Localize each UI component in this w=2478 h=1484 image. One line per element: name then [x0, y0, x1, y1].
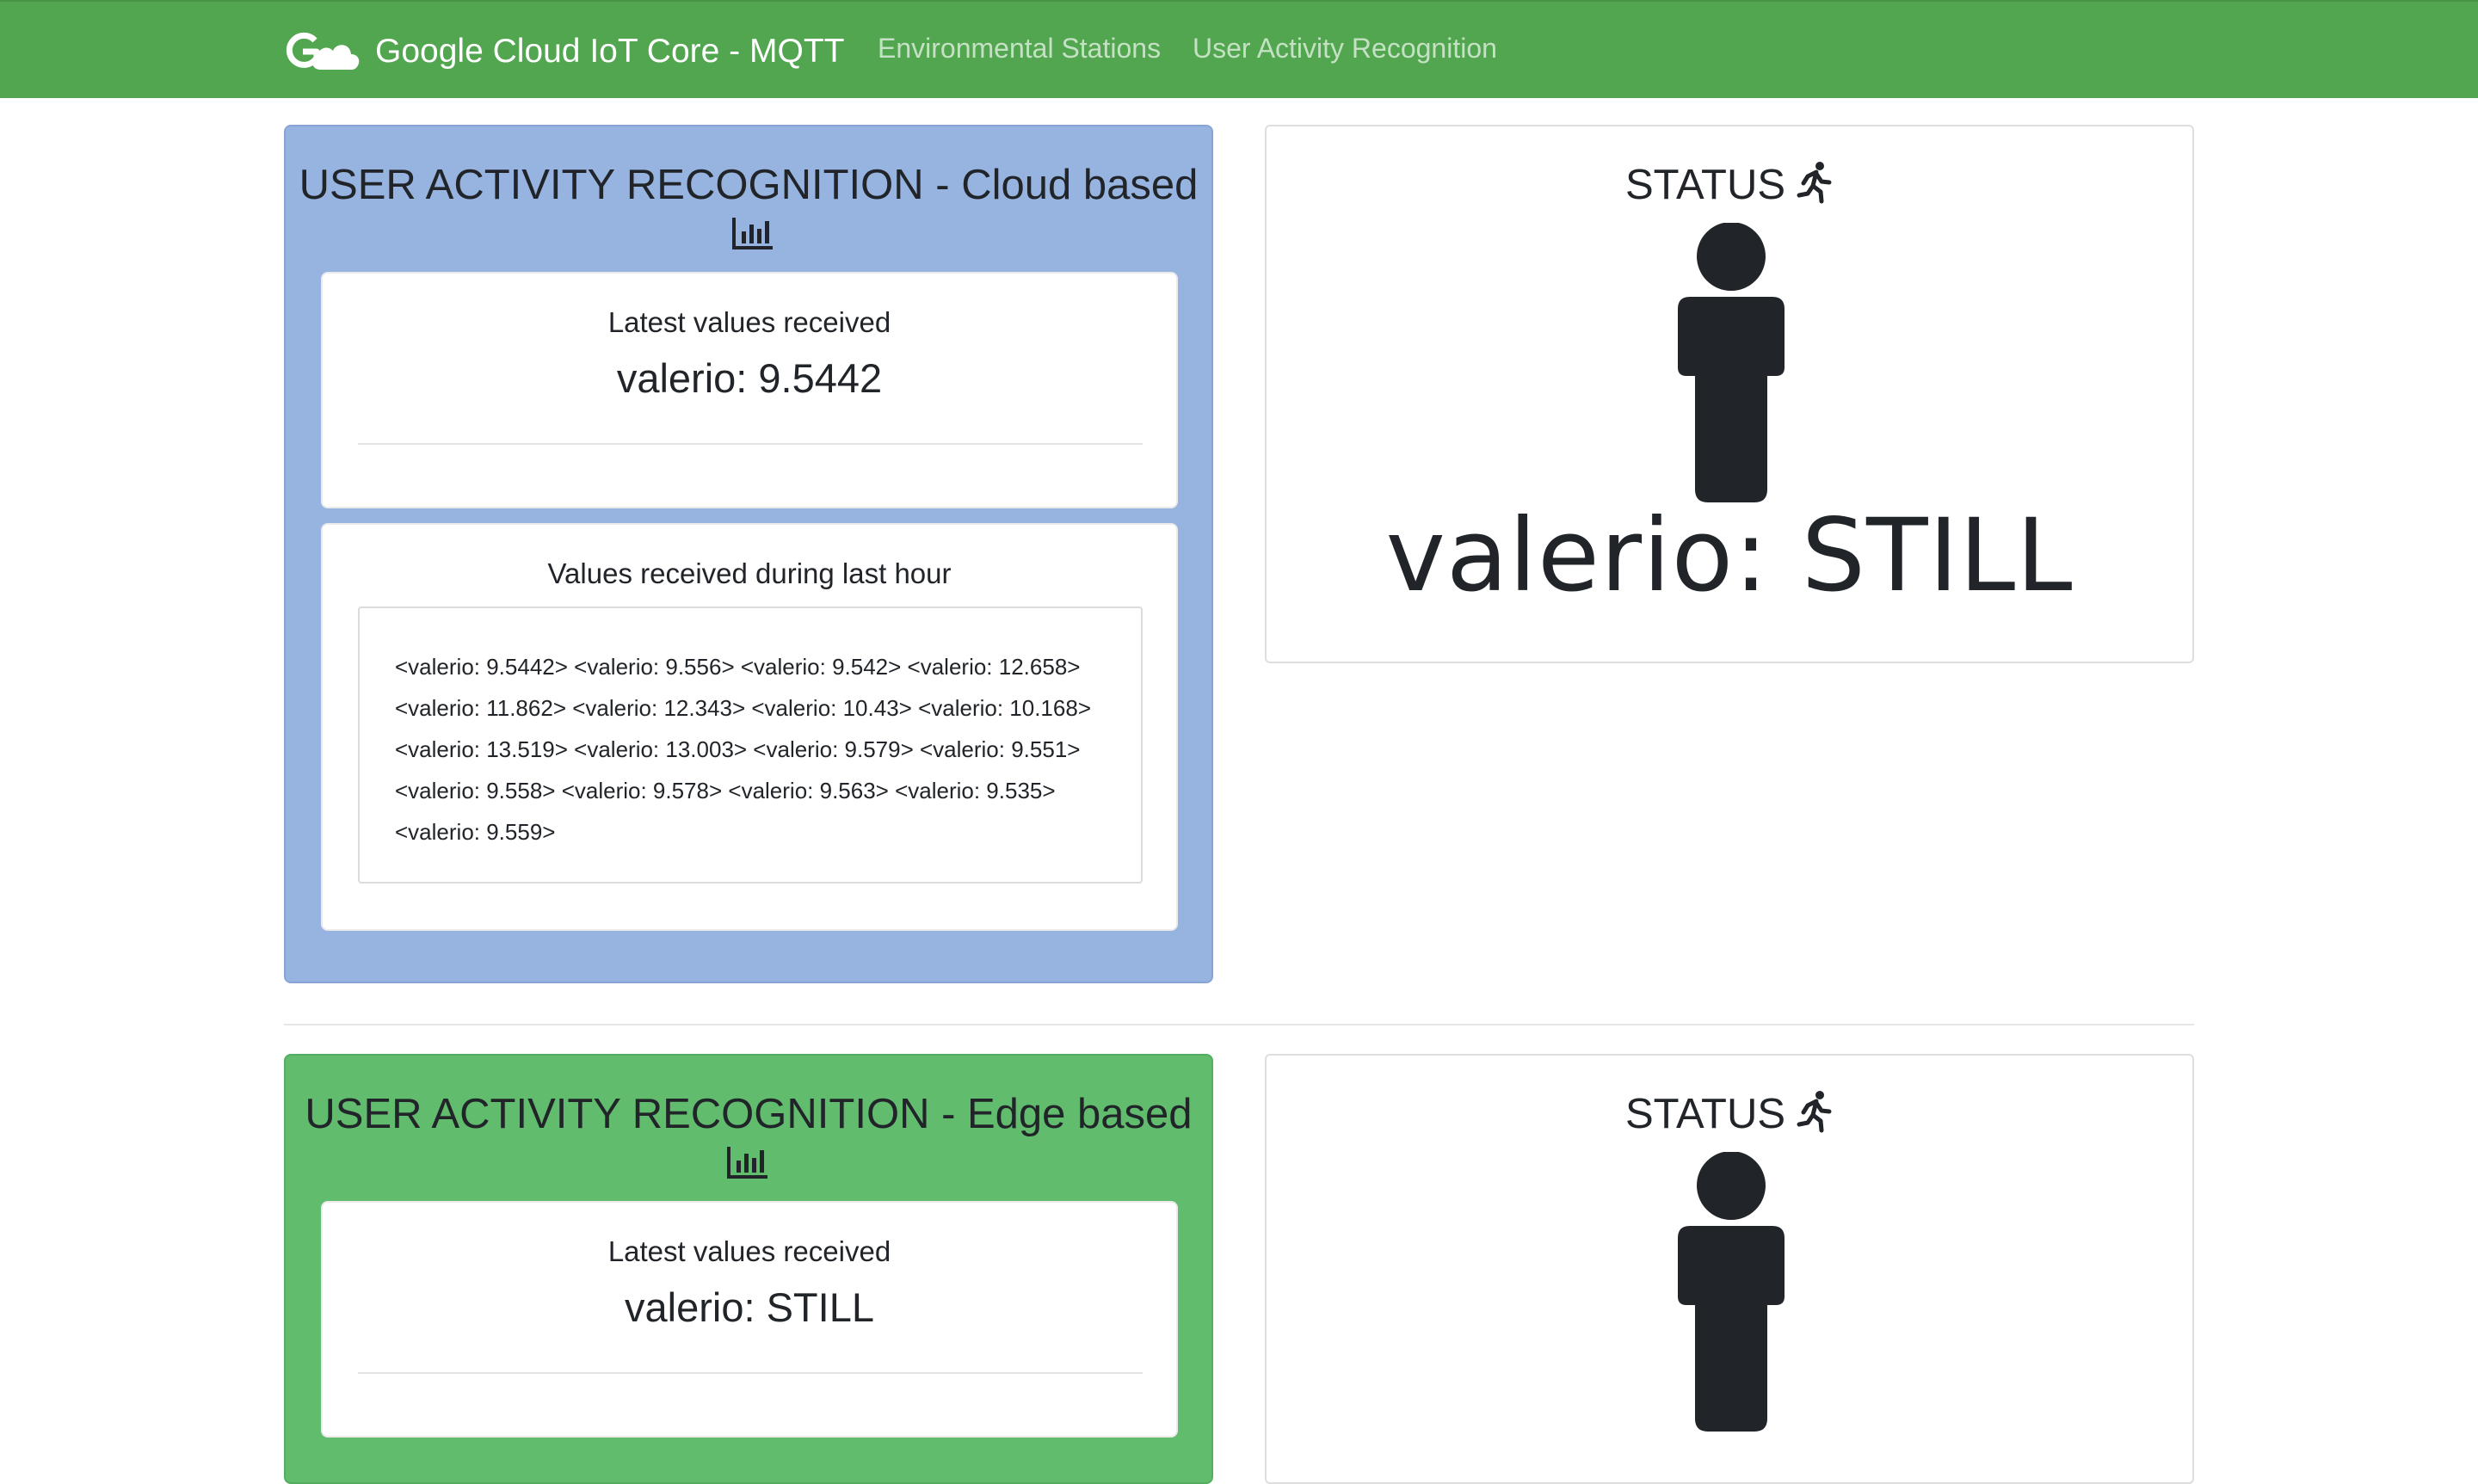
section-divider — [284, 1024, 2194, 1025]
cloud-last-hour-card: Values received during last hour <valeri… — [321, 523, 1178, 931]
cloud-last-hour-values: <valerio: 9.5442> <valerio: 9.556> <vale… — [358, 607, 1143, 884]
cloud-based-panel: USER ACTIVITY RECOGNITION - Cloud based … — [284, 125, 1213, 983]
edge-based-panel: USER ACTIVITY RECOGNITION - Edge based L… — [284, 1054, 1213, 1484]
divider — [358, 1372, 1143, 1374]
running-person-icon — [1797, 162, 1832, 204]
status-label: STATUS — [1624, 162, 1786, 208]
edge-latest-value: valerio: STILL — [625, 1284, 874, 1330]
cloud-latest-value: valerio: 9.5442 — [616, 355, 883, 401]
status-label: STATUS — [1624, 1091, 1786, 1137]
bar-chart-icon — [732, 218, 773, 249]
cloud-status-value: valerio: STILL — [1385, 496, 2074, 614]
running-person-icon — [1797, 1091, 1832, 1133]
standing-person-icon — [1678, 1152, 1785, 1432]
edge-status-card: STATUS — [1265, 1054, 2194, 1484]
edge-panel-title: USER ACTIVITY RECOGNITION - Edge based — [305, 1091, 1193, 1137]
cloud-last-hour-heading: Values received during last hour — [547, 557, 952, 589]
edge-latest-values-card: Latest values received valerio: STILL — [321, 1201, 1178, 1438]
nav-link-user-activity-recognition[interactable]: User Activity Recognition — [1193, 33, 1497, 65]
edge-latest-heading: Latest values received — [607, 1235, 891, 1267]
top-navbar: Google Cloud IoT Core - MQTT Environment… — [0, 0, 2478, 98]
cloud-status-title: STATUS — [1267, 161, 2192, 209]
edge-status-title: STATUS — [1267, 1090, 2192, 1138]
cloud-latest-values-card: Latest values received valerio: 9.5442 — [321, 272, 1178, 508]
cloud-latest-heading: Latest values received — [607, 306, 891, 338]
divider — [358, 443, 1143, 445]
brand-title: Google Cloud IoT Core - MQTT — [375, 33, 845, 70]
cloud-status-card: STATUS valerio: STILL — [1265, 125, 2194, 663]
navbar-brand[interactable]: Google Cloud IoT Core - MQTT — [282, 28, 844, 76]
bar-chart-icon — [727, 1147, 767, 1179]
standing-person-icon — [1678, 223, 1785, 502]
google-cloud-logo-icon — [286, 32, 360, 70]
nav-link-environmental-stations[interactable]: Environmental Stations — [878, 33, 1161, 65]
cloud-panel-title: USER ACTIVITY RECOGNITION - Cloud based — [299, 162, 1199, 208]
